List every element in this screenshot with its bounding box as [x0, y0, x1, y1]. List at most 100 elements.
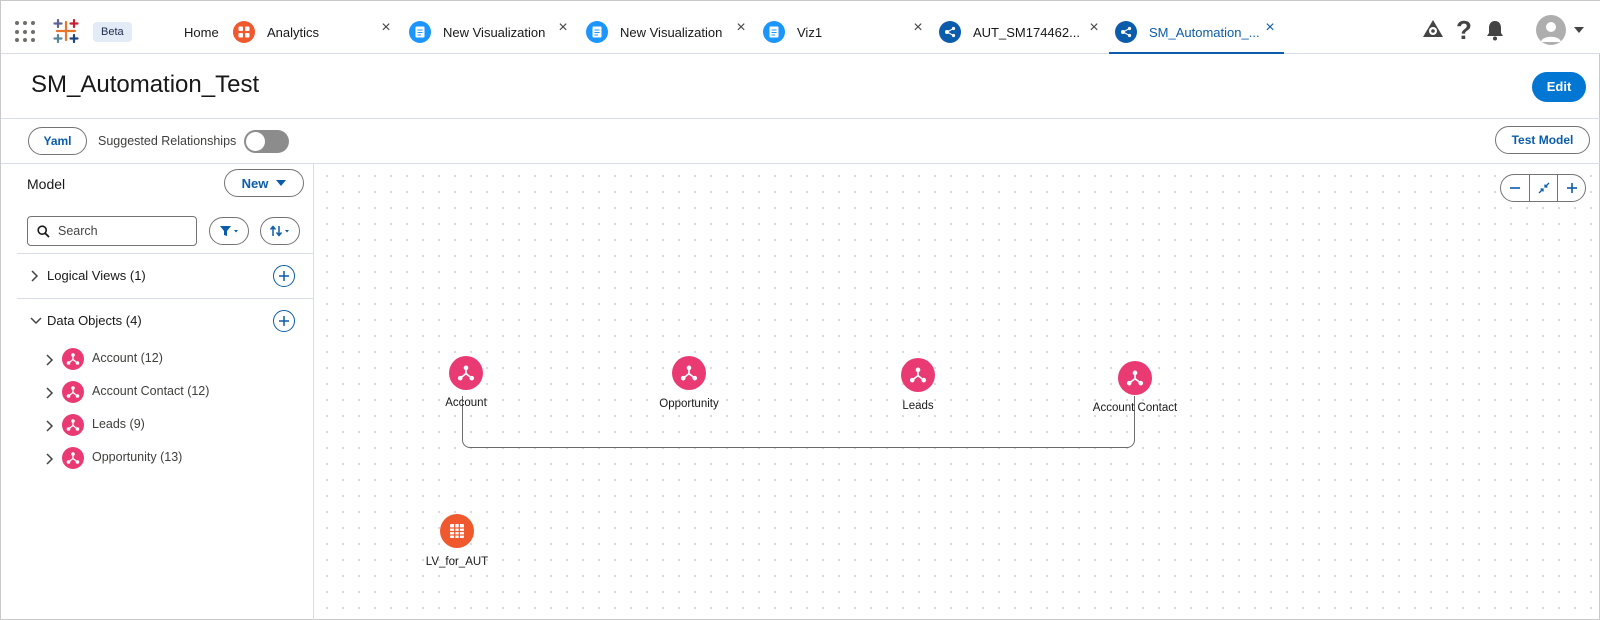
tab-home[interactable]: Home	[184, 13, 219, 51]
analytics-icon	[233, 21, 255, 43]
zoom-out-button[interactable]	[1501, 175, 1529, 201]
data-object-icon	[62, 348, 84, 370]
data-object-icon	[62, 447, 84, 469]
data-object-icon	[1126, 370, 1144, 386]
suggested-relationships-label: Suggested Relationships	[98, 134, 237, 148]
add-logical-view-button[interactable]	[273, 265, 295, 287]
node-opportunity[interactable]	[672, 356, 706, 390]
close-icon[interactable]: ×	[1263, 20, 1277, 36]
tab-label: Viz1	[797, 24, 823, 40]
data-object-icon	[909, 367, 927, 383]
node-label: Leads	[902, 400, 934, 412]
tab-analytics[interactable]: Analytics	[233, 13, 319, 51]
beta-badge: Beta	[93, 22, 132, 42]
tab-label: SM_Automation_...	[1149, 24, 1260, 40]
test-model-button[interactable]: Test Model	[1495, 126, 1590, 154]
tab-new-visualization-1[interactable]: New Visualization	[409, 13, 545, 51]
logical-views-label: Logical Views (1)	[47, 268, 146, 283]
relationship-edge[interactable]	[462, 396, 1135, 448]
node-leads[interactable]	[901, 358, 935, 392]
divider	[17, 253, 313, 254]
new-button[interactable]: New	[224, 169, 304, 197]
suggested-relationships-toggle[interactable]	[244, 130, 289, 153]
tab-new-visualization-2[interactable]: New Visualization	[586, 13, 722, 51]
model-sidebar: Model New Search Logical Views (1) Data …	[17, 164, 314, 620]
node-account[interactable]	[449, 356, 483, 390]
logical-views-section[interactable]: Logical Views (1)	[17, 256, 313, 296]
collapse-icon	[1538, 182, 1549, 194]
top-tab-bar: Beta Home Analytics × New Visualization …	[1, 1, 1600, 54]
chevron-right-icon[interactable]	[44, 386, 54, 400]
tab-label: AUT_SM174462...	[973, 24, 1080, 40]
close-icon[interactable]: ×	[734, 20, 748, 36]
data-objects-section[interactable]: Data Objects (4)	[17, 301, 313, 341]
chevron-right-icon[interactable]	[29, 269, 39, 283]
tab-viz1[interactable]: Viz1	[763, 13, 822, 51]
table-icon	[450, 524, 464, 538]
data-object-icon	[680, 365, 698, 381]
search-input[interactable]	[58, 222, 188, 240]
tab-label: New Visualization	[443, 24, 546, 40]
semantic-model-icon	[939, 21, 961, 43]
sort-icon	[269, 225, 289, 237]
avatar[interactable]	[1536, 15, 1566, 45]
notifications-icon[interactable]	[1483, 17, 1507, 43]
tab-label: New Visualization	[620, 24, 723, 40]
sort-button[interactable]	[260, 217, 300, 245]
tab-label: Home	[184, 24, 219, 40]
node-label: Account Contact	[1092, 402, 1178, 414]
divider	[1, 118, 1600, 119]
semantic-model-icon	[1115, 21, 1137, 43]
add-data-object-button[interactable]	[273, 310, 295, 332]
chevron-right-icon[interactable]	[44, 419, 54, 433]
close-icon[interactable]: ×	[1087, 20, 1101, 36]
chevron-right-icon[interactable]	[44, 452, 54, 466]
close-icon[interactable]: ×	[556, 20, 570, 36]
data-object-icon	[62, 414, 84, 436]
plus-icon	[1566, 183, 1577, 193]
edit-button[interactable]: Edit	[1532, 72, 1586, 102]
list-item[interactable]: Account Contact (12)	[17, 378, 313, 408]
active-tab-indicator	[1109, 52, 1284, 54]
fit-to-screen-button[interactable]	[1529, 175, 1557, 201]
model-heading: Model	[27, 176, 66, 192]
list-item[interactable]: Opportunity (13)	[17, 444, 313, 474]
list-item[interactable]: Account (12)	[17, 345, 313, 375]
chevron-down-icon[interactable]	[29, 316, 43, 326]
filter-button[interactable]	[209, 217, 249, 245]
close-icon[interactable]: ×	[379, 20, 393, 36]
tab-aut-sm[interactable]: AUT_SM174462...	[939, 13, 1080, 51]
visualization-icon	[409, 21, 431, 43]
page-title: SM_Automation_Test	[31, 71, 260, 98]
yaml-button[interactable]: Yaml	[28, 127, 87, 155]
tab-sm-automation[interactable]: SM_Automation_...	[1115, 13, 1260, 51]
setup-icon[interactable]	[1421, 17, 1445, 43]
filter-icon	[220, 226, 238, 236]
minus-icon	[1510, 187, 1520, 189]
zoom-in-button[interactable]	[1557, 175, 1585, 201]
help-icon[interactable]: ?	[1456, 17, 1474, 43]
data-objects-label: Data Objects (4)	[47, 313, 142, 328]
app-window: Beta Home Analytics × New Visualization …	[0, 0, 1600, 620]
list-item-label: Leads (9)	[92, 417, 145, 431]
chevron-down-icon[interactable]	[1574, 27, 1584, 33]
zoom-controls	[1500, 174, 1586, 202]
tab-label: Analytics	[267, 24, 320, 40]
model-canvas[interactable]	[315, 164, 1600, 620]
node-account-contact[interactable]	[1118, 361, 1152, 395]
close-icon[interactable]: ×	[911, 20, 925, 36]
list-item-label: Opportunity (13)	[92, 450, 183, 464]
search-field[interactable]	[27, 216, 197, 246]
node-lv-for-aut[interactable]	[440, 514, 474, 548]
app-launcher-icon[interactable]	[15, 21, 37, 43]
plus-icon	[279, 271, 289, 281]
data-object-icon	[62, 381, 84, 403]
list-item-label: Account (12)	[92, 351, 163, 365]
new-button-label: New	[241, 175, 269, 191]
node-label: Opportunity	[659, 398, 719, 410]
chevron-right-icon[interactable]	[44, 353, 54, 367]
visualization-icon	[586, 21, 608, 43]
list-item-label: Account Contact (12)	[92, 384, 210, 398]
list-item[interactable]: Leads (9)	[17, 411, 313, 441]
node-label: LV_for_AUT	[425, 556, 489, 568]
